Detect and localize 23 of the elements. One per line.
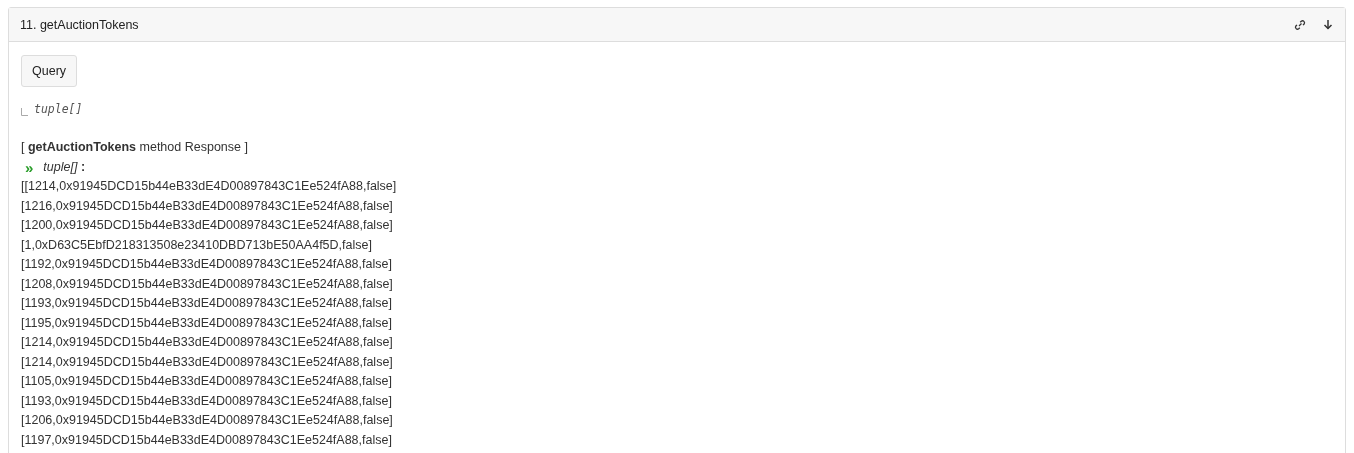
result-line: [1206,0x91945DCD15b44eB33dE4D00897843C1Ee524fA88,false]	[21, 412, 394, 429]
result-line: [1214,0x91945DCD15b44eB33dE4D00897843C1Ee524fA88,false]	[21, 353, 394, 371]
result-line: [1208,0x91945DCD15b44eB33dE4D00897843C1Ee524fA88,false]	[21, 275, 394, 293]
chevron-icon: »	[25, 159, 34, 175]
arrow-down-icon[interactable]	[1323, 19, 1333, 30]
result-line: [1193,0x91945DCD15b44eB33dE4D00897843C1Ee524fA88,false]	[21, 392, 393, 410]
link-icon[interactable]	[1294, 18, 1306, 31]
result-line: [1105,0x91945DCD15b44eB33dE4D00897843C1Ee524fA88,false]	[21, 373, 393, 390]
result-line: [1197,0x91945DCD15b44eB33dE4D00897843C1Ee524fA88,false]	[21, 431, 393, 449]
output-label: tuple[] :	[43, 158, 86, 176]
response-heading: [ getAuctionTokens method Response ]	[21, 139, 249, 156]
query-button[interactable]: Query	[21, 55, 78, 87]
result-line: [1195,0x91945DCD15b44eB33dE4D00897843C1Ee524fA88,false]	[21, 314, 393, 332]
result-line: [1216,0x91945DCD15b44eB33dE4D00897843C1Ee524fA88,false]	[21, 197, 394, 215]
result-line: [1193,0x91945DCD15b44eB33dE4D00897843C1Ee524fA88,false]	[21, 295, 393, 312]
result-line: [1214,0x91945DCD15b44eB33dE4D00897843C1Ee524fA88,false]	[21, 334, 394, 351]
function-title: 11. getAuctionTokens	[20, 17, 139, 32]
result-line: [[1214,0x91945DCD15b44eB33dE4D00897843C1Ee524fA88,false]	[21, 178, 398, 195]
result-line: [1200,0x91945DCD15b44eB33dE4D00897843C1Ee524fA88,false]	[21, 217, 394, 234]
result-line: [1192,0x91945DCD15b44eB33dE4D00897843C1Ee524fA88,false]	[21, 256, 393, 273]
branch-icon	[21, 108, 28, 116]
output-type: tuple[]	[34, 102, 83, 116]
result-line: [1,0xD63C5EbfD218313508e23410DBD713bE50AA4f5D,false]	[21, 236, 373, 254]
